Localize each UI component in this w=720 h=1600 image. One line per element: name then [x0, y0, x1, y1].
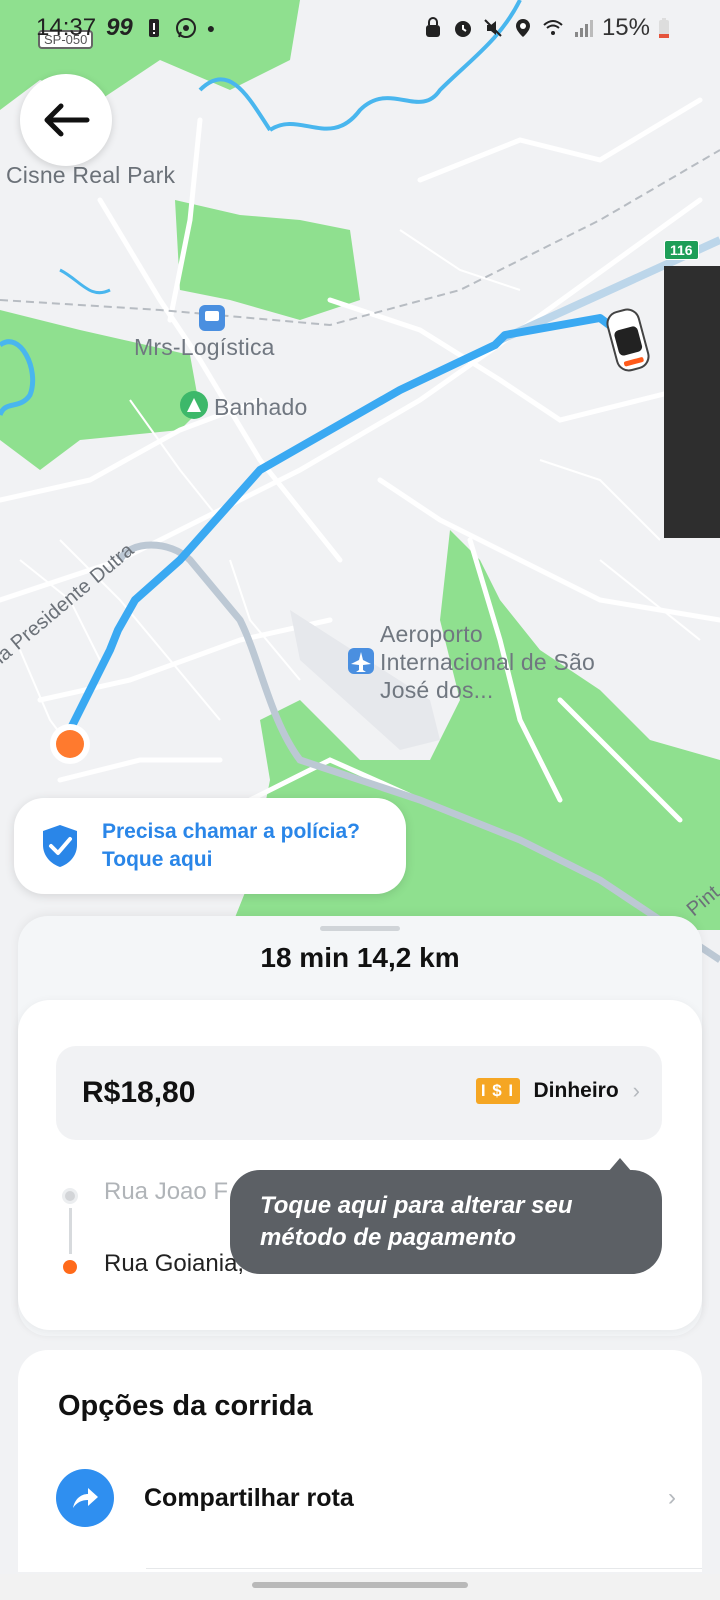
tooltip-arrow — [608, 1158, 632, 1172]
trip-details-card: R$18,80 I $ I Dinheiro › Rua Joao F Rua … — [18, 1000, 702, 1330]
sheet-drag-handle[interactable] — [320, 926, 400, 931]
police-card-line2: Toque aqui — [102, 848, 213, 871]
status-bar: 14:37 99 ● 15% — [0, 0, 720, 54]
status-time: 14:37 — [36, 14, 97, 41]
share-route-row[interactable]: Compartilhar rota › — [56, 1450, 676, 1546]
back-button[interactable] — [20, 74, 112, 166]
signal-icon — [574, 20, 593, 37]
payment-method-selector[interactable]: I $ I Dinheiro › — [475, 1078, 640, 1104]
airport-label-line2: Internacional de São — [380, 649, 595, 675]
battery-alert-icon — [148, 19, 159, 37]
chevron-right-icon: › — [632, 1078, 640, 1103]
payment-method-label: Dinheiro — [533, 1079, 619, 1102]
lock-icon — [425, 17, 440, 37]
airport-label-line1: Aeroporto — [380, 621, 483, 647]
battery-icon — [659, 18, 669, 38]
system-nav-bar — [0, 1574, 720, 1600]
police-help-card[interactable]: Precisa chamar a polícia? Toque aqui — [14, 798, 406, 894]
divider — [146, 1568, 702, 1569]
origin-dot-icon — [62, 1188, 78, 1204]
highway-shield: 116 — [664, 240, 699, 260]
car-icon — [606, 308, 650, 372]
arrow-left-icon — [44, 103, 90, 137]
side-overlay-panel — [664, 266, 720, 538]
tooltip-text: Toque aqui para alterar seu método de pa… — [260, 1192, 573, 1251]
payment-row[interactable]: R$18,80 I $ I Dinheiro › — [56, 1046, 662, 1140]
mute-icon — [484, 19, 502, 37]
dot-icon: ● — [206, 20, 216, 36]
origin-address[interactable]: Rua Joao F — [104, 1178, 228, 1206]
map-label-cisne: Cisne Real Park — [6, 162, 176, 188]
ride-options-panel: Opções da corrida Compartilhar rota › — [18, 1350, 702, 1572]
trip-summary: 18 min 14,2 km — [260, 942, 460, 973]
home-gesture-handle[interactable] — [252, 1582, 468, 1588]
police-card-line1: Precisa chamar a polícia? — [102, 820, 360, 843]
trip-sheet[interactable]: 18 min 14,2 km R$18,80 I $ I Dinheiro › … — [18, 916, 702, 1336]
wifi-icon — [543, 20, 563, 35]
chevron-right-icon: › — [668, 1484, 676, 1511]
shield-check-icon — [43, 825, 77, 867]
map-label-mrs: Mrs-Logística — [134, 334, 275, 360]
map-label-airport: Aeroporto Internacional de São José dos.… — [380, 620, 595, 704]
share-route-label: Compartilhar rota — [144, 1483, 354, 1512]
cash-icon: I $ I — [475, 1078, 520, 1104]
airport-label-line3: José dos... — [380, 677, 494, 703]
notification-count: 99 — [106, 14, 133, 41]
map-label-banhado: Banhado — [214, 394, 308, 420]
ride-options-title: Opções da corrida — [58, 1390, 313, 1422]
alarm-icon — [454, 21, 471, 37]
park-icon — [180, 391, 208, 419]
whatsapp-icon — [175, 18, 196, 38]
payment-tooltip[interactable]: Toque aqui para alterar seu método de pa… — [230, 1158, 662, 1274]
trip-price: R$18,80 — [82, 1076, 196, 1109]
route-connector — [69, 1208, 72, 1254]
location-icon — [515, 19, 530, 37]
destination-dot-icon — [63, 1260, 77, 1274]
train-icon — [199, 305, 225, 331]
share-icon — [56, 1469, 114, 1527]
battery-level: 15% — [601, 14, 650, 41]
destination-address[interactable]: Rua Goiania, — [104, 1250, 244, 1278]
airport-icon — [348, 648, 374, 674]
